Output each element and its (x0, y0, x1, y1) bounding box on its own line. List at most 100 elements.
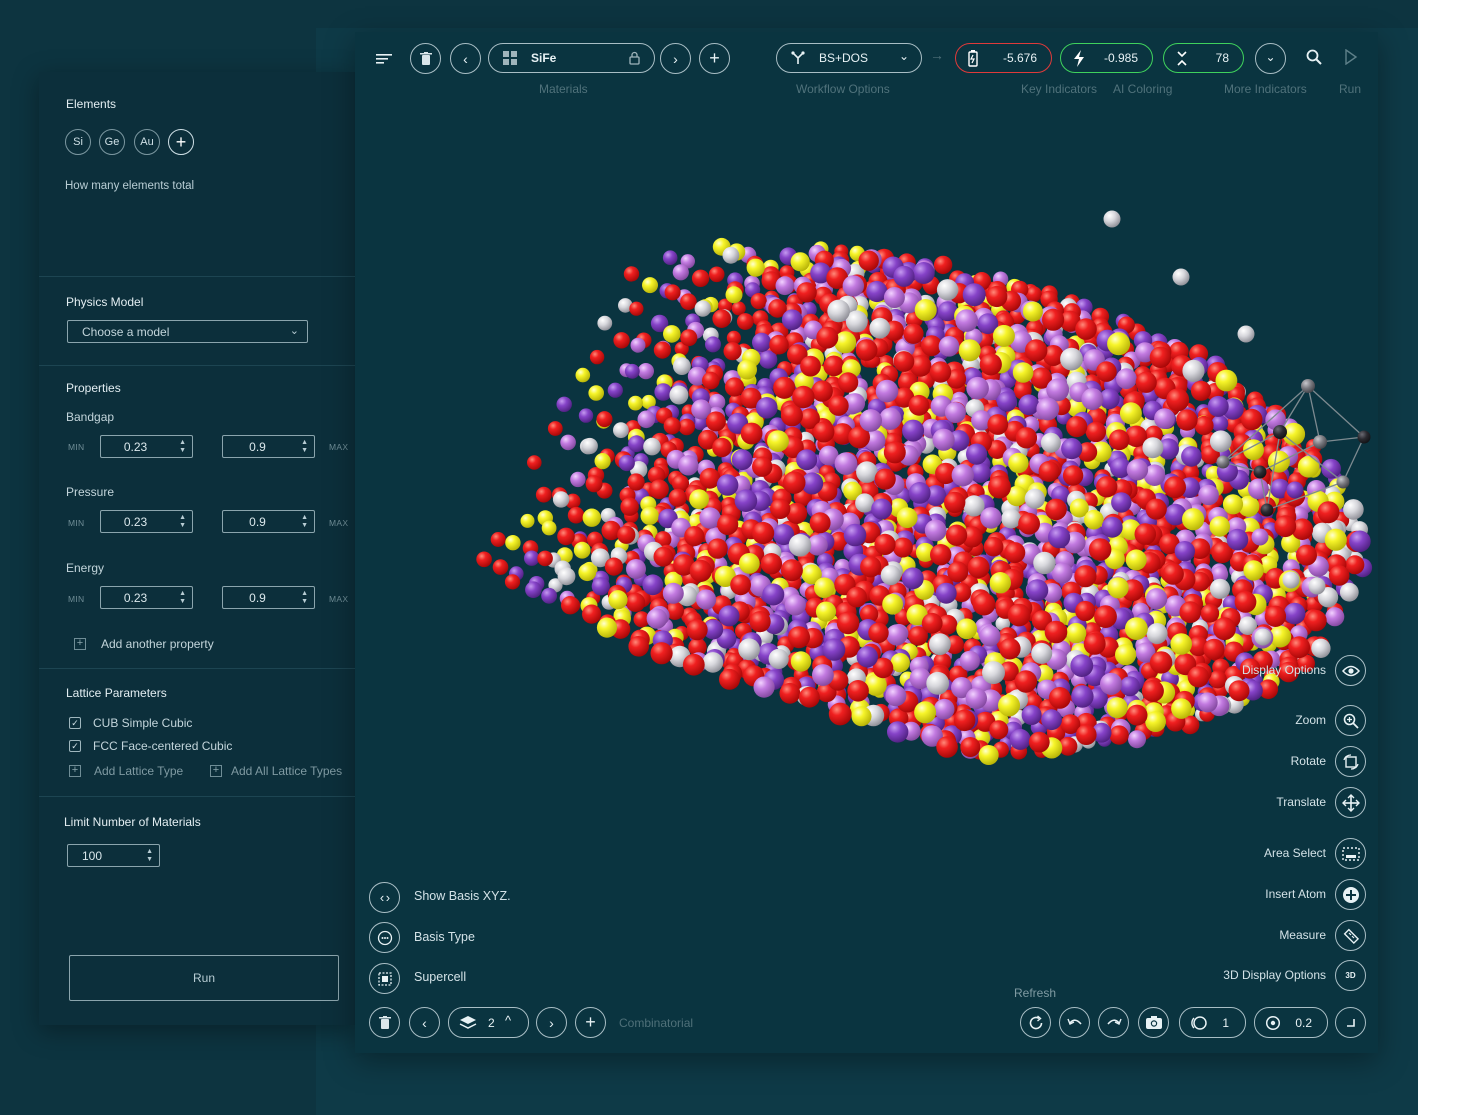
atom[interactable] (664, 284, 681, 301)
atom[interactable] (933, 255, 953, 275)
atom[interactable] (1033, 551, 1056, 575)
atom[interactable] (1267, 450, 1290, 473)
add-property-icon[interactable]: + (74, 638, 86, 650)
workflow-selector[interactable]: BS+DOS ⌄ (776, 43, 922, 73)
atom[interactable] (1038, 460, 1060, 482)
atom[interactable] (1182, 359, 1205, 382)
atom[interactable] (936, 736, 958, 758)
atom[interactable] (557, 527, 575, 546)
atom[interactable] (1308, 577, 1326, 595)
atom[interactable] (914, 299, 937, 321)
atom[interactable] (769, 334, 789, 355)
atom[interactable] (1197, 692, 1218, 713)
atom[interactable] (694, 300, 711, 317)
atom[interactable] (1125, 617, 1148, 640)
bandgap-max-input[interactable]: 0.9 ▲ ▼ (222, 435, 315, 458)
atom[interactable] (890, 653, 910, 673)
atom[interactable] (996, 391, 1018, 412)
atom[interactable] (588, 385, 604, 401)
atom[interactable] (541, 520, 557, 536)
atom[interactable] (822, 638, 846, 661)
atom[interactable] (987, 414, 1009, 435)
atom[interactable] (653, 341, 671, 359)
atom[interactable] (880, 565, 901, 586)
atom[interactable] (668, 488, 687, 507)
atom[interactable] (740, 422, 763, 445)
atom[interactable] (678, 418, 695, 436)
atom[interactable] (1187, 666, 1210, 688)
atom[interactable] (1203, 638, 1225, 660)
atom[interactable] (582, 508, 601, 527)
atom[interactable] (965, 687, 987, 710)
atom[interactable] (718, 605, 740, 627)
atom[interactable] (1325, 607, 1345, 627)
physics-model-select[interactable]: Choose a model ⌄ (67, 320, 308, 343)
atom[interactable] (1251, 528, 1269, 546)
atom[interactable] (524, 550, 540, 566)
atom[interactable] (953, 709, 976, 732)
atom[interactable] (736, 313, 754, 330)
atom[interactable] (875, 379, 899, 403)
energy-min-input[interactable]: 0.23 ▲ ▼ (100, 586, 193, 609)
atom[interactable] (1111, 492, 1132, 513)
cell-atom[interactable] (1357, 430, 1371, 444)
atom[interactable] (705, 411, 726, 432)
atom[interactable] (1128, 730, 1146, 749)
atom[interactable] (1070, 654, 1094, 677)
atom[interactable] (1042, 308, 1065, 331)
atom[interactable] (956, 618, 978, 640)
atom[interactable] (492, 559, 509, 575)
atom[interactable] (784, 594, 806, 616)
atom[interactable] (556, 396, 572, 412)
spinner-icon[interactable]: ▲ ▼ (146, 848, 153, 864)
search-button[interactable] (1306, 49, 1322, 70)
atom[interactable] (1181, 446, 1202, 467)
atom[interactable] (828, 395, 849, 416)
key-indicator-energy[interactable]: -5.676 (955, 43, 1052, 73)
delete-material-button[interactable] (410, 43, 441, 74)
atom[interactable] (823, 355, 845, 377)
atom[interactable] (708, 266, 725, 283)
atom[interactable] (684, 526, 705, 547)
field-1-input[interactable]: 1 (1179, 1007, 1246, 1038)
atom[interactable] (663, 325, 681, 343)
spinner-icon[interactable]: ▲ ▼ (179, 439, 186, 455)
atom[interactable] (1107, 577, 1129, 599)
atom[interactable] (628, 395, 643, 411)
key-indicator-force[interactable]: -0.985 (1060, 43, 1153, 73)
material-selector[interactable]: SiFe (488, 43, 655, 73)
atom[interactable] (992, 324, 1015, 347)
atom[interactable] (653, 546, 674, 567)
atom[interactable] (955, 309, 978, 332)
atom[interactable] (980, 507, 1002, 529)
atom[interactable] (716, 474, 739, 496)
atom[interactable] (1190, 380, 1212, 401)
atom[interactable] (734, 489, 758, 512)
atom[interactable] (669, 385, 689, 405)
spinner-icon[interactable]: ▲ ▼ (301, 439, 308, 455)
atom[interactable] (1126, 459, 1149, 481)
atom[interactable] (983, 536, 1004, 557)
atom[interactable] (1254, 628, 1272, 646)
cell-atom[interactable] (1301, 379, 1315, 393)
atom[interactable] (935, 582, 957, 604)
atom[interactable] (1018, 394, 1040, 416)
atom[interactable] (560, 434, 576, 451)
atom[interactable] (967, 556, 990, 579)
atom[interactable] (752, 456, 773, 477)
atom[interactable] (972, 592, 996, 616)
atom[interactable] (649, 479, 669, 500)
next-layer-button[interactable]: › (536, 1007, 567, 1038)
atom[interactable] (896, 507, 918, 529)
atom[interactable] (646, 608, 668, 629)
spinner-icon[interactable]: ▲ ▼ (179, 514, 186, 530)
atom[interactable] (581, 437, 598, 455)
atom[interactable] (1048, 526, 1071, 549)
add-all-lattice-icon[interactable]: + (210, 765, 222, 777)
translate-button[interactable] (1335, 787, 1366, 818)
add-lattice-type-link[interactable]: Add Lattice Type (94, 764, 183, 778)
atom[interactable] (1321, 458, 1341, 479)
atom[interactable] (731, 449, 753, 471)
atom[interactable] (871, 498, 893, 520)
atom[interactable] (552, 491, 570, 508)
